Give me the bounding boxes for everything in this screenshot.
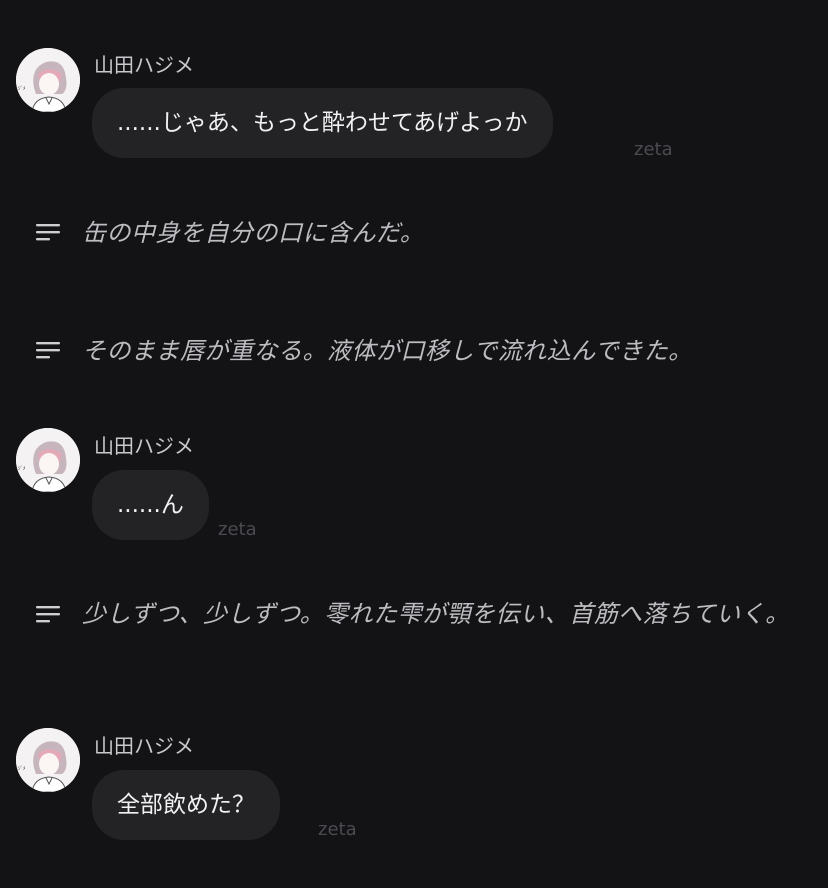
zeta-watermark: zeta <box>218 519 257 540</box>
message-bubble[interactable]: ......ん <box>92 470 209 540</box>
narration-text: そのまま唇が重なる。液体が口移しで流れ込んできた。 <box>82 337 693 365</box>
narration-lines-icon <box>36 224 60 241</box>
svg-text:ｼﾞﾒ: ｼﾞﾒ <box>18 765 26 772</box>
character-avatar-icon[interactable]: ｼﾞﾒ <box>16 48 80 112</box>
speaker-name: 山田ハジメ <box>94 734 194 758</box>
narration-lines-icon <box>36 606 60 623</box>
svg-text:ｼﾞﾒ: ｼﾞﾒ <box>18 465 26 472</box>
zeta-watermark: zeta <box>634 139 673 160</box>
message-bubble[interactable]: ......じゃあ、もっと酔わせてあげよっか <box>92 88 553 158</box>
speaker-name: 山田ハジメ <box>94 53 194 77</box>
narration-lines-icon <box>36 342 60 359</box>
narration-text: 缶の中身を自分の口に含んだ。 <box>82 219 425 247</box>
zeta-watermark: zeta <box>318 819 357 840</box>
narration-text: 少しずつ、少しずつ。零れた雫が顎を伝い、首筋へ落ちていく。 <box>82 600 790 628</box>
speaker-name: 山田ハジメ <box>94 434 194 458</box>
character-avatar-icon[interactable]: ｼﾞﾒ <box>16 428 80 492</box>
character-avatar-icon[interactable]: ｼﾞﾒ <box>16 728 80 792</box>
message-bubble[interactable]: 全部飲めた？ <box>92 770 280 840</box>
svg-text:ｼﾞﾒ: ｼﾞﾒ <box>18 85 26 92</box>
